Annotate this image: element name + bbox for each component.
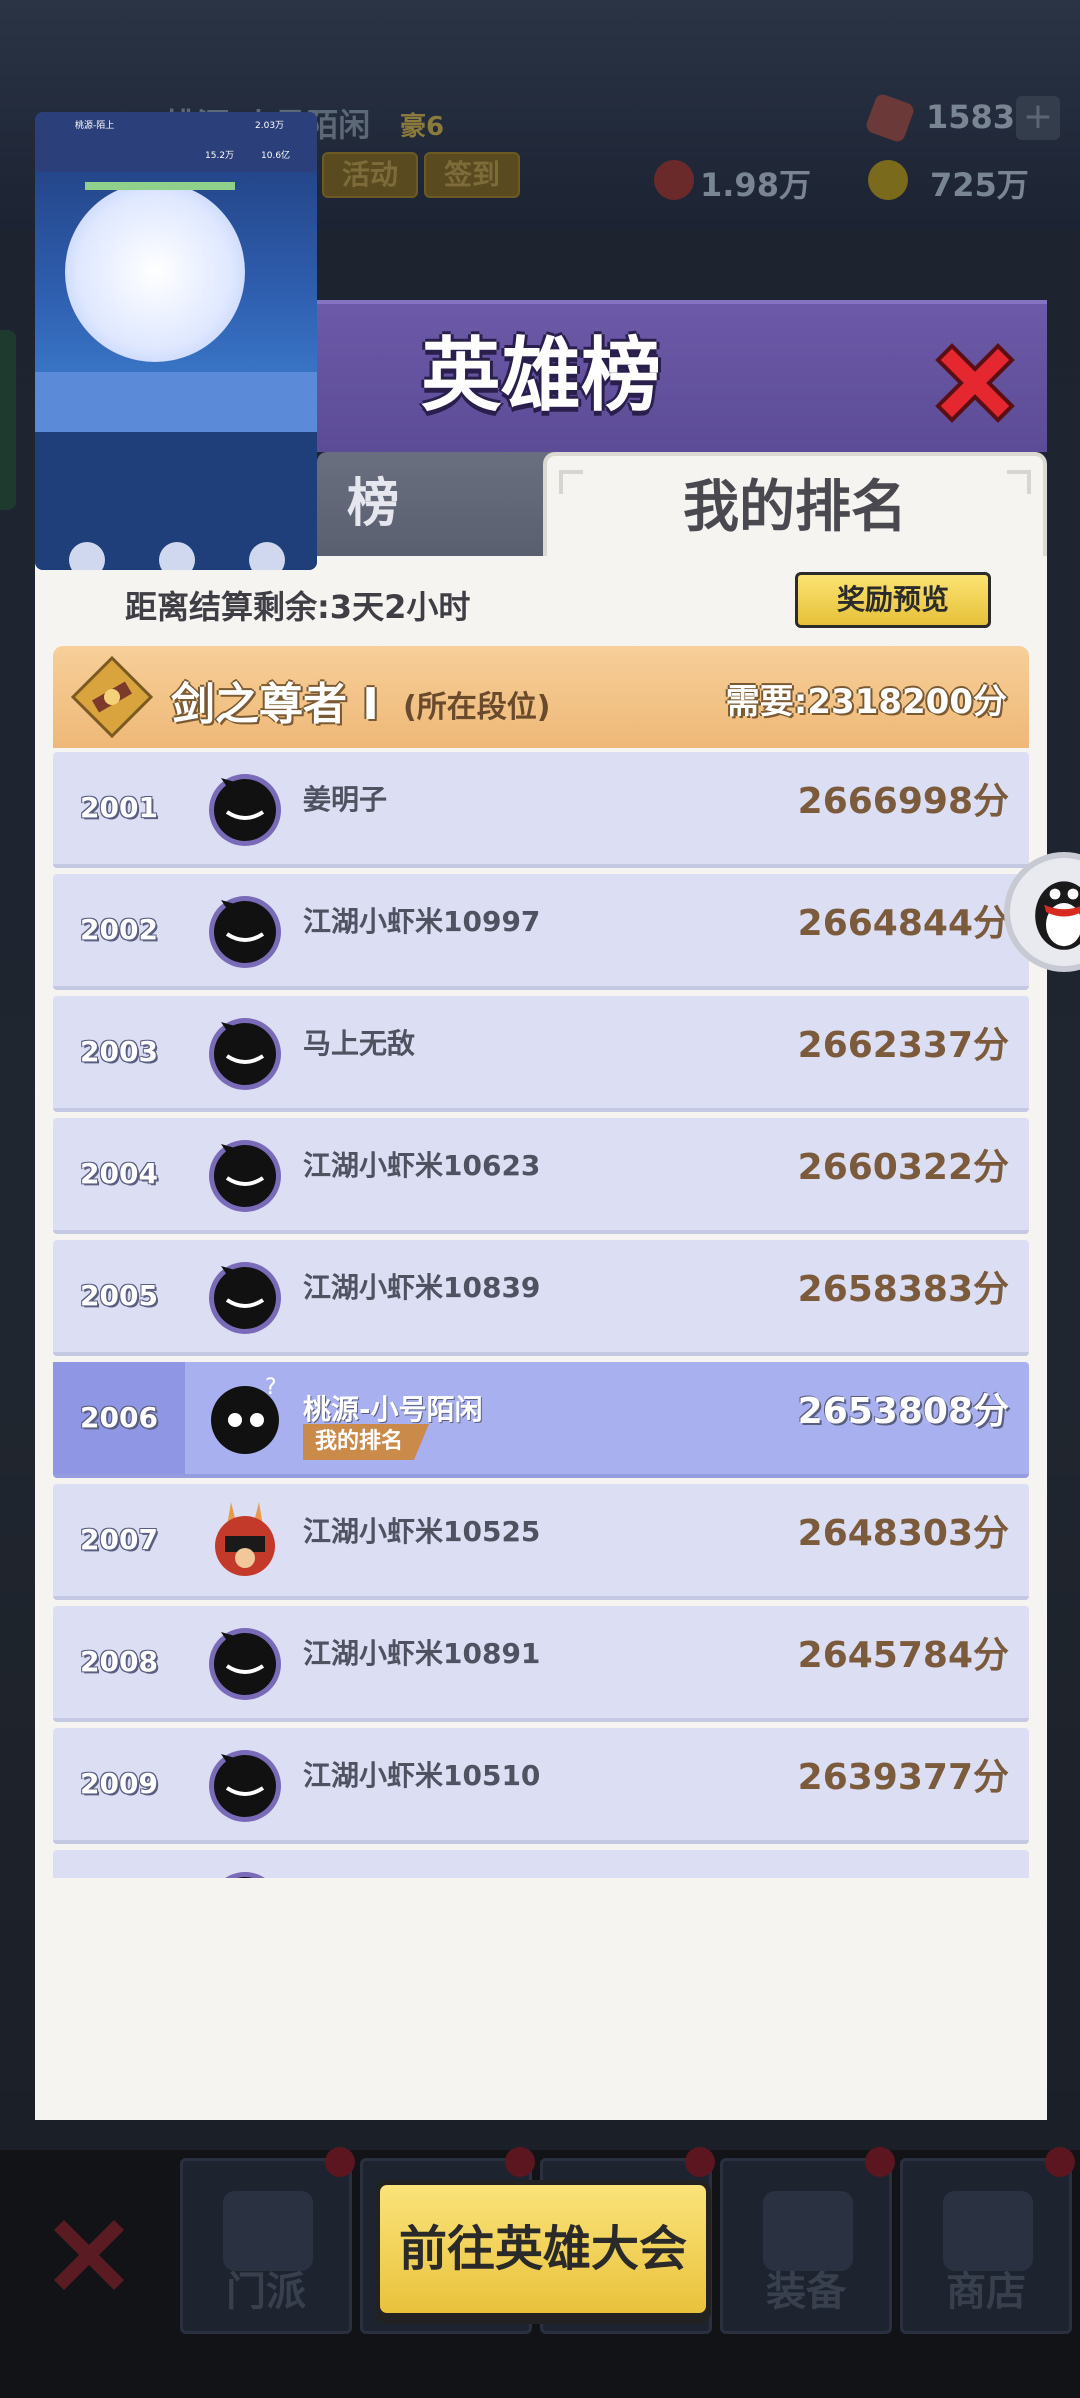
nav-label: 装备 (766, 2269, 846, 2315)
ranking-row[interactable]: 2002 江湖小虾米10997 2664844分 (53, 874, 1029, 990)
close-icon[interactable] (930, 338, 1020, 428)
nav-label: 门派 (226, 2269, 306, 2315)
player-score: 2658383分 (797, 1269, 1009, 1310)
ranking-row[interactable]: 2001 姜明子 2666998分 (53, 752, 1029, 868)
ranking-list[interactable]: 2001 姜明子 2666998分 2002 江湖小虾米10997 266484… (53, 752, 1029, 1878)
gold-coin-icon (868, 160, 908, 200)
qq-penguin-float-icon[interactable] (1004, 852, 1080, 972)
ninja-avatar-icon (209, 1018, 281, 1090)
tier-name: 剑之尊者 I (171, 679, 379, 730)
power-icon (654, 160, 694, 200)
player-name: 江湖小虾米10997 (303, 905, 541, 938)
player-score: 2648303分 (797, 1513, 1009, 1554)
ninja-avatar-icon (209, 1750, 281, 1822)
player-score: 2660322分 (797, 1147, 1009, 1188)
rabbit-warrior-avatar-icon (215, 1502, 275, 1576)
ranking-row[interactable]: 2007 江湖小虾米10525 2648303分 (53, 1484, 1029, 1600)
hero-leaderboard-panel: 英雄榜 榜 我的排名 距离结算剩余:3天2小时 奖励预览 剑之尊者 I (所在段… (35, 300, 1047, 2318)
ninja-avatar-icon (209, 1262, 281, 1334)
tier-sword-icon (71, 656, 153, 738)
reward-preview-button[interactable]: 奖励预览 (795, 572, 991, 628)
player-name: 江湖小虾米10525 (303, 1515, 541, 1548)
player-score: 2645784分 (797, 1635, 1009, 1676)
player-score: 2639377分 (797, 1757, 1009, 1798)
nav-sect[interactable]: 门派 (180, 2147, 355, 2334)
rank-number: 2008 (80, 1645, 158, 1678)
tab-my-ranking[interactable]: 我的排名 (543, 452, 1047, 560)
ranking-row[interactable]: 2005 江湖小虾米10839 2658383分 (53, 1240, 1029, 1356)
gold-value: 725万 (930, 166, 1029, 204)
player-score: 2662337分 (797, 1025, 1009, 1066)
moon-image (65, 182, 245, 362)
pip-coins: 2.03万 (255, 121, 285, 131)
player-name: 桃源-小号陌闲 (303, 1393, 483, 1426)
ranking-row-partial[interactable] (53, 1850, 1029, 1878)
player-score: 2666998分 (797, 781, 1009, 822)
rank-number: 2007 (80, 1523, 158, 1556)
rank-number: 2004 (80, 1157, 158, 1190)
add-gems-button[interactable]: + (1016, 96, 1060, 140)
player-score: 2664844分 (797, 903, 1009, 944)
ranking-row[interactable]: 2003 马上无敌 2662337分 (53, 996, 1029, 1112)
rank-number: 2009 (80, 1767, 158, 1800)
ninja-avatar-icon (209, 896, 281, 968)
rank-number: 2003 (80, 1035, 158, 1068)
arrow-left-icon[interactable] (69, 542, 105, 570)
go-to-hero-conference-button[interactable]: 前往英雄大会 (375, 2180, 711, 2318)
close-icon[interactable] (44, 2210, 134, 2300)
gem-count: 1583 (926, 98, 1016, 136)
nav-shop[interactable]: 商店 (900, 2147, 1075, 2334)
vip-badge: 豪6 (400, 112, 445, 142)
side-drawer-tab[interactable] (0, 330, 16, 510)
rank-number: 2002 (80, 913, 158, 946)
ranking-row[interactable]: 2009 江湖小虾米10510 2639377分 (53, 1728, 1029, 1844)
player-score: 2653808分 (797, 1391, 1009, 1432)
ninja-avatar-icon (209, 1628, 281, 1700)
pip-player-label: 桃源-陌上 (75, 121, 115, 131)
rank-number: 2006 (80, 1401, 158, 1434)
rank-number: 2001 (80, 791, 158, 824)
svg-text:?: ? (265, 1375, 277, 1400)
player-name: 姜明子 (303, 783, 388, 816)
ninja-avatar-icon (209, 774, 281, 846)
settlement-countdown: 距离结算剩余:3天2小时 (125, 588, 471, 626)
ninja-avatar-icon (225, 1872, 265, 1878)
ranking-row[interactable]: 2008 江湖小虾米10891 2645784分 (53, 1606, 1029, 1722)
panel-body: 距离结算剩余:3天2小时 奖励预览 剑之尊者 I (所在段位) 需要:23182… (35, 556, 1047, 2318)
tier-header: 剑之尊者 I (所在段位) 需要:2318200分 (53, 646, 1029, 748)
notification-dot (505, 2147, 535, 2177)
notification-dot (325, 2147, 355, 2177)
activity-button[interactable]: 活动 (322, 152, 419, 198)
ranking-row[interactable]: 2004 江湖小虾米10623 2660322分 (53, 1118, 1029, 1234)
notification-dot (865, 2147, 895, 2177)
notification-dot (1045, 2147, 1075, 2177)
battle-ground (35, 372, 317, 432)
rank-number: 2005 (80, 1279, 158, 1312)
checkin-button[interactable]: 签到 (424, 152, 521, 198)
nav-equipment[interactable]: 装备 (720, 2147, 895, 2334)
pip-gold: 15.2万 (205, 151, 235, 161)
tier-subtitle: (所在段位) (403, 690, 551, 725)
my-avatar-icon: ? (211, 1375, 279, 1454)
power-value: 1.98万 (700, 166, 811, 204)
my-ranking-row[interactable]: 2006 ? 桃源-小号陌闲 我的排名 2653808分 (53, 1362, 1029, 1478)
tier-requirement: 需要:2318200分 (725, 682, 1007, 722)
my-ranking-badge: 我的排名 (303, 1424, 430, 1460)
arrow-right-icon[interactable] (249, 542, 285, 570)
player-name: 江湖小虾米10623 (303, 1149, 541, 1182)
pip-other: 10.6亿 (261, 151, 291, 161)
notification-dot (685, 2147, 715, 2177)
nav-label: 商店 (946, 2269, 1026, 2315)
player-name: 江湖小虾米10891 (303, 1637, 541, 1670)
hp-bar (85, 182, 235, 190)
penguin-icon (1035, 881, 1080, 950)
player-name: 江湖小虾米10510 (303, 1759, 541, 1792)
pip-game-window[interactable]: 桃源-陌上 2.03万 15.2万 10.6亿 (35, 112, 317, 570)
player-name: 马上无敌 (303, 1027, 416, 1060)
player-name: 江湖小虾米10839 (303, 1271, 541, 1304)
ninja-avatar-icon (209, 1140, 281, 1212)
auto-button[interactable] (159, 542, 195, 570)
tab-leaderboard[interactable]: 榜 (317, 452, 571, 556)
